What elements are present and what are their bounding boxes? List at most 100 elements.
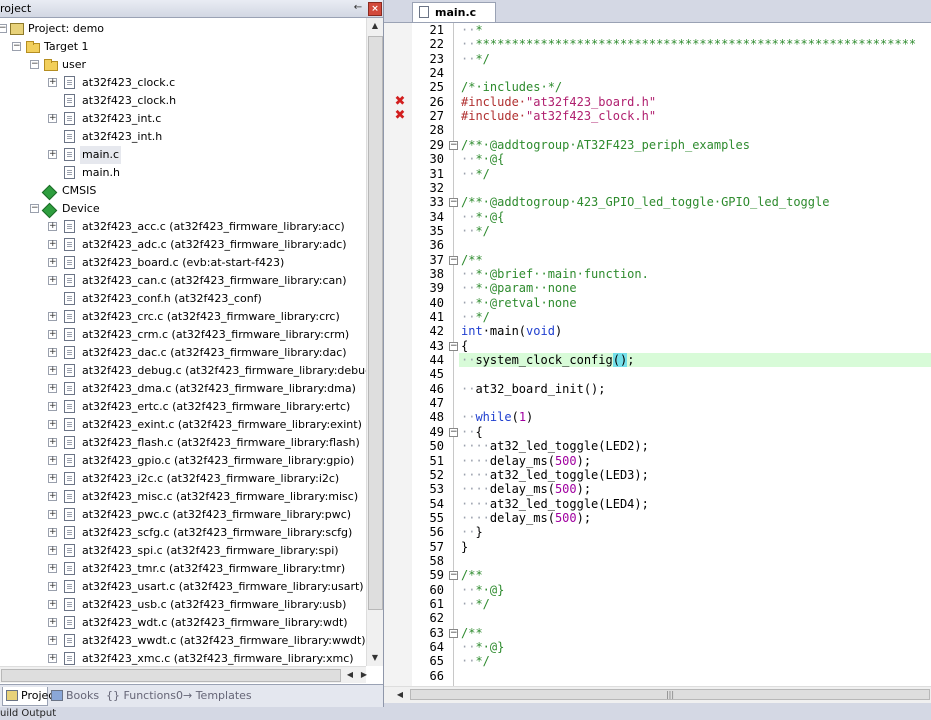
expand-icon[interactable]: + <box>48 492 57 501</box>
code-line[interactable]: ··*/ <box>461 52 490 66</box>
tree-item[interactable]: + at32f423_int.c <box>0 110 366 128</box>
tree-item[interactable]: − Target 1 <box>0 38 366 56</box>
expand-icon[interactable]: + <box>48 366 57 375</box>
tree-item[interactable]: + at32f423_dma.c (at32f423_firmware_libra… <box>0 380 366 398</box>
expand-icon[interactable]: + <box>48 150 57 159</box>
code-line[interactable]: ··*/ <box>461 310 490 324</box>
collapse-icon[interactable]: − <box>30 60 39 69</box>
scroll-left-icon[interactable]: ◀ <box>392 687 408 703</box>
tree-item[interactable]: + at32f423_wdt.c (at32f423_firmware_libra… <box>0 614 366 632</box>
editor-tab-main-c[interactable]: main.c <box>412 2 496 22</box>
code-line[interactable]: ··{ <box>461 425 483 439</box>
code-line[interactable]: ··while(1) <box>461 410 533 424</box>
tree-item[interactable]: + at32f423_can.c (at32f423_firmware_libra… <box>0 272 366 290</box>
code-editor[interactable]: ✖ ✖ 21 22 23 24 25 26 27 28 29 30 31 32 33 34 35 36 37 38 3… <box>384 23 931 686</box>
tree-item[interactable]: + at32f423_acc.c (at32f423_firmware_libra… <box>0 218 366 236</box>
tree-item[interactable]: + at32f423_board.c (evb:at-start-f423) <box>0 254 366 272</box>
expand-icon[interactable]: + <box>48 276 57 285</box>
code-line[interactable]: ····delay_ms(500); <box>461 482 591 496</box>
collapse-icon[interactable]: − <box>30 204 39 213</box>
panel-tab[interactable]: {} Functions <box>102 687 176 705</box>
code-line[interactable]: /** <box>461 568 483 582</box>
code-line[interactable]: } <box>461 540 468 554</box>
code-line[interactable]: ··*·@} <box>461 640 504 654</box>
code-line[interactable]: #include·"at32f423_clock.h" <box>461 109 656 123</box>
code-line[interactable]: ····at32_led_toggle(LED3); <box>461 468 649 482</box>
code-line[interactable]: /**·@addtogroup·AT32F423_periph_examples <box>461 138 750 152</box>
code-line[interactable]: ··*/ <box>461 597 490 611</box>
code-line[interactable]: ····at32_led_toggle(LED4); <box>461 497 649 511</box>
expand-icon[interactable]: + <box>48 348 57 357</box>
code-line[interactable]: ··at32_board_init(); <box>461 382 606 396</box>
tree-item[interactable]: + at32f423_misc.c (at32f423_firmware_libr… <box>0 488 366 506</box>
scroll-thumb[interactable] <box>1 669 341 682</box>
tree-item[interactable]: + at32f423_wwdt.c (at32f423_firmware_libr… <box>0 632 366 650</box>
fold-toggle-icon[interactable]: − <box>449 571 458 581</box>
editor-horizontal-scrollbar[interactable]: ◀ ||| <box>384 686 931 703</box>
scroll-down-icon[interactable]: ▼ <box>367 650 383 666</box>
tree-item[interactable]: + at32f423_exint.c (at32f423_firmware_lib… <box>0 416 366 434</box>
panel-tab[interactable]: Project <box>2 687 59 706</box>
collapse-icon[interactable]: − <box>12 42 21 51</box>
expand-icon[interactable]: + <box>48 384 57 393</box>
error-icon[interactable]: ✖ <box>394 109 406 122</box>
code-line[interactable]: ····delay_ms(500); <box>461 454 591 468</box>
tree-item[interactable]: + at32f423_clock.c <box>0 74 366 92</box>
code-line[interactable]: /** <box>461 253 483 267</box>
tree-item[interactable]: main.h <box>0 164 366 182</box>
expand-icon[interactable]: + <box>48 528 57 537</box>
code-line[interactable]: ··*/ <box>461 167 490 181</box>
project-tree-horizontal-scrollbar[interactable]: ◀ ▶ <box>0 666 367 683</box>
tree-item[interactable]: at32f423_int.h <box>0 128 366 146</box>
tree-item[interactable]: + at32f423_gpio.c (at32f423_firmware_libr… <box>0 452 366 470</box>
code-line[interactable]: ··system_clock_config(); <box>461 353 634 368</box>
expand-icon[interactable]: + <box>48 510 57 519</box>
expand-icon[interactable]: + <box>48 258 57 267</box>
panel-tab[interactable]: Books <box>48 687 99 705</box>
expand-icon[interactable]: + <box>48 420 57 429</box>
code-line[interactable]: ··} <box>461 525 483 539</box>
tree-item[interactable]: − Device <box>0 200 366 219</box>
tree-item[interactable]: CMSIS <box>0 182 366 201</box>
expand-icon[interactable]: + <box>48 654 57 663</box>
code-line[interactable]: /*·includes·*/ <box>461 80 562 94</box>
expand-icon[interactable]: + <box>48 114 57 123</box>
expand-icon[interactable]: + <box>48 240 57 249</box>
code-line[interactable]: ····delay_ms(500); <box>461 511 591 525</box>
code-line[interactable]: ··*·@param··none <box>461 281 577 295</box>
code-line[interactable]: /**·@addtogroup·423_GPIO_led_toggle·GPIO… <box>461 195 829 209</box>
tree-item[interactable]: + at32f423_usb.c (at32f423_firmware_libra… <box>0 596 366 614</box>
code-line[interactable]: ··*·@retval·none <box>461 296 577 310</box>
code-line[interactable]: ··*·@brief··main·function. <box>461 267 649 281</box>
expand-icon[interactable]: + <box>48 78 57 87</box>
fold-toggle-icon[interactable]: − <box>449 255 458 265</box>
error-icon[interactable]: ✖ <box>394 95 406 108</box>
scroll-thumb[interactable] <box>368 36 383 610</box>
expand-icon[interactable]: + <box>48 456 57 465</box>
expand-icon[interactable]: + <box>48 636 57 645</box>
code-line[interactable]: ····at32_led_toggle(LED2); <box>461 439 649 453</box>
expand-icon[interactable]: + <box>48 330 57 339</box>
code-line[interactable]: { <box>461 339 468 353</box>
close-icon[interactable]: × <box>368 2 382 16</box>
expand-icon[interactable]: + <box>48 222 57 231</box>
code-line[interactable]: /** <box>461 626 483 640</box>
project-tree-vertical-scrollbar[interactable]: ▲ ▼ <box>366 18 383 666</box>
tree-item[interactable]: − Project: demo <box>0 20 366 38</box>
tree-item[interactable]: + at32f423_xmc.c (at32f423_firmware_libra… <box>0 650 366 666</box>
code-line[interactable]: ··*/ <box>461 654 490 668</box>
pin-icon[interactable]: ← <box>352 2 364 14</box>
tree-item[interactable]: + at32f423_crc.c (at32f423_firmware_libra… <box>0 308 366 326</box>
tree-item[interactable]: + at32f423_pwc.c (at32f423_firmware_libra… <box>0 506 366 524</box>
editor-gutter[interactable]: ✖ ✖ <box>384 23 412 686</box>
tree-item[interactable]: + at32f423_tmr.c (at32f423_firmware_libra… <box>0 560 366 578</box>
tree-item[interactable]: at32f423_conf.h (at32f423_conf) <box>0 290 366 308</box>
expand-icon[interactable]: + <box>48 402 57 411</box>
fold-toggle-icon[interactable]: − <box>449 140 458 150</box>
tree-item[interactable]: + at32f423_crm.c (at32f423_firmware_libra… <box>0 326 366 344</box>
expand-icon[interactable]: + <box>48 546 57 555</box>
scroll-right-icon[interactable]: ▶ <box>356 667 372 683</box>
code-line[interactable]: ··* <box>461 23 483 37</box>
expand-icon[interactable]: + <box>48 438 57 447</box>
code-line[interactable]: ··**************************************… <box>461 37 916 51</box>
